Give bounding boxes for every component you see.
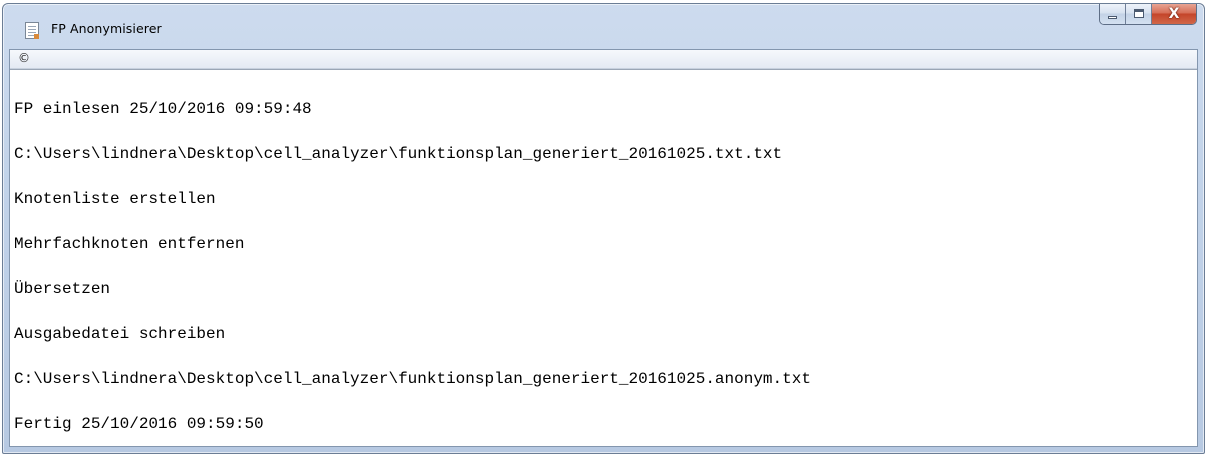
console-line: C:\Users\lindnera\Desktop\cell_analyzer\… [14, 145, 783, 163]
client-area: © FP einlesen 25/10/2016 09:59:48 C:\Use… [9, 49, 1198, 447]
menu-item-copyright[interactable]: © [18, 51, 30, 65]
close-button[interactable]: X [1152, 4, 1196, 24]
title-bar[interactable]: FP Anonymisierer X [3, 4, 1204, 49]
console-output[interactable]: FP einlesen 25/10/2016 09:59:48 C:\Users… [10, 69, 1197, 446]
console-line: Ausgabedatei schreiben [14, 325, 226, 343]
caption-buttons: X [1099, 4, 1197, 25]
console-line: Fertig 25/10/2016 09:59:50 [14, 415, 264, 433]
console-line: Mehrfachknoten entfernen [14, 235, 245, 253]
minimize-icon [1108, 16, 1117, 19]
maximize-icon [1134, 9, 1144, 18]
console-line: Knotenliste erstellen [14, 190, 216, 208]
minimize-button[interactable] [1100, 4, 1126, 24]
close-icon: X [1168, 6, 1180, 22]
console-line: C:\Users\lindnera\Desktop\cell_analyzer\… [14, 370, 811, 388]
console-line: Übersetzen [14, 280, 111, 298]
menu-bar: © [10, 50, 1197, 69]
maximize-button[interactable] [1126, 4, 1152, 24]
console-line: FP einlesen 25/10/2016 09:59:48 [14, 100, 312, 118]
window-title: FP Anonymisierer [51, 21, 162, 36]
document-icon[interactable] [25, 22, 39, 39]
app-window: FP Anonymisierer X © FP einlesen 25/10/2… [2, 3, 1205, 454]
